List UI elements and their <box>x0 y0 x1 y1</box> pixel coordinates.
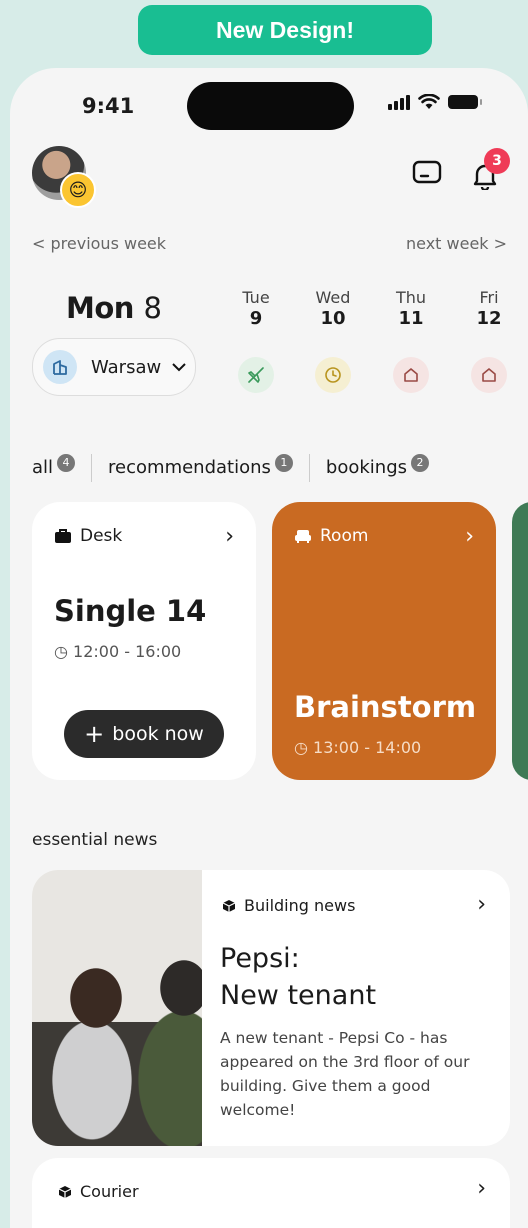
plus-icon: + <box>84 720 105 748</box>
building-icon <box>43 350 77 384</box>
chevron-right-icon: › <box>477 1176 486 1201</box>
divider <box>308 454 310 482</box>
book-now-label: book now <box>112 723 204 745</box>
home-icon <box>393 357 429 393</box>
day-number: 11 <box>398 308 424 329</box>
chevron-right-icon: › <box>465 524 474 549</box>
day-weekday: Wed <box>315 288 351 307</box>
card-time-label: 12:00 - 16:00 <box>73 642 182 661</box>
section-title: essential news <box>32 830 158 850</box>
sofa-icon <box>295 530 311 543</box>
today-day: 8 <box>143 291 162 325</box>
chevron-right-icon: › <box>225 524 234 549</box>
today-date[interactable]: Mon 8 <box>66 291 162 325</box>
smile-emoji-icon: 😊 <box>60 172 96 208</box>
card-time-label: 13:00 - 14:00 <box>313 738 422 757</box>
news-type: Building news <box>222 896 355 915</box>
filter-label: recommendations <box>108 457 271 479</box>
next-week-link[interactable]: next week > <box>406 234 507 253</box>
cube-icon <box>58 1185 72 1198</box>
card-type: Desk <box>54 526 122 546</box>
news-photo <box>32 870 202 1146</box>
wifi-icon <box>418 94 440 109</box>
day-number: 9 <box>249 308 263 329</box>
card-type-label: Room <box>320 526 369 546</box>
filter-label: bookings <box>325 457 407 479</box>
filter-all[interactable]: all 4 <box>32 453 76 479</box>
day-number: 12 <box>476 308 502 329</box>
news-title: Pepsi: New tenant <box>220 940 376 1014</box>
news-type-label: Courier <box>80 1182 139 1201</box>
previous-week-link[interactable]: < previous week <box>32 234 166 253</box>
battery-icon <box>448 95 482 109</box>
filter-bookings[interactable]: bookings 2 <box>325 453 429 479</box>
phone-screen: 9:41 😊 3 < previous week next week > Mon… <box>10 68 528 1228</box>
filter-label: all <box>32 457 54 479</box>
location-selector[interactable]: Warsaw <box>32 338 196 396</box>
room-card[interactable]: Room › Brainstorm ◷ 13:00 - 14:00 <box>272 502 496 780</box>
location-label: Warsaw <box>91 356 162 378</box>
briefcase-icon <box>55 529 71 543</box>
day-tue[interactable]: Tue 9 <box>231 288 281 393</box>
next-card-peek[interactable] <box>512 502 528 780</box>
status-icons <box>388 94 482 110</box>
home-icon <box>471 357 507 393</box>
notification-badge: 3 <box>484 148 510 174</box>
news-card[interactable]: Courier › <box>32 1158 510 1228</box>
news-type-label: Building news <box>244 896 356 915</box>
news-type: Courier <box>58 1182 139 1201</box>
day-weekday: Thu <box>395 288 427 307</box>
card-time: ◷ 12:00 - 16:00 <box>54 642 182 661</box>
cube-icon <box>222 899 236 912</box>
filter-recommendations[interactable]: recommendations 1 <box>108 453 293 479</box>
desk-card[interactable]: Desk › Single 14 ◷ 12:00 - 16:00 + book … <box>32 502 256 780</box>
day-number: 10 <box>320 308 346 329</box>
chevron-down-icon <box>172 363 186 372</box>
status-time: 9:41 <box>82 94 135 118</box>
chevron-right-icon: › <box>477 892 486 917</box>
new-design-banner: New Design! <box>138 5 432 55</box>
card-type: Room <box>294 526 368 546</box>
card-title: Single 14 <box>54 594 207 628</box>
day-weekday: Fri <box>479 288 499 307</box>
filter-count: 2 <box>411 453 429 472</box>
divider <box>91 454 93 482</box>
card-title: Brainstorm <box>294 690 477 724</box>
clock-icon <box>315 357 351 393</box>
news-title-line: Pepsi: <box>220 943 300 974</box>
card-type-label: Desk <box>80 526 123 546</box>
news-card[interactable]: Building news › Pepsi: New tenant A new … <box>32 870 510 1146</box>
day-wed[interactable]: Wed 10 <box>308 288 358 393</box>
day-weekday: Tue <box>242 288 270 307</box>
signal-icon <box>388 94 410 110</box>
filter-count: 1 <box>274 453 293 472</box>
dynamic-island <box>187 82 354 130</box>
filter-count: 4 <box>57 453 76 472</box>
filter-tabs: all 4 recommendations 1 bookings 2 <box>32 453 429 482</box>
card-icon[interactable] <box>412 160 442 184</box>
news-description: A new tenant - Pepsi Co - has appeared o… <box>220 1029 470 1119</box>
day-thu[interactable]: Thu 11 <box>386 288 436 393</box>
today-weekday: Mon <box>66 291 134 325</box>
news-title-line: New tenant <box>220 980 377 1011</box>
airplane-icon <box>238 357 274 393</box>
book-now-button[interactable]: + book now <box>64 710 224 758</box>
day-fri[interactable]: Fri 12 <box>464 288 514 393</box>
card-time: ◷ 13:00 - 14:00 <box>294 738 422 757</box>
